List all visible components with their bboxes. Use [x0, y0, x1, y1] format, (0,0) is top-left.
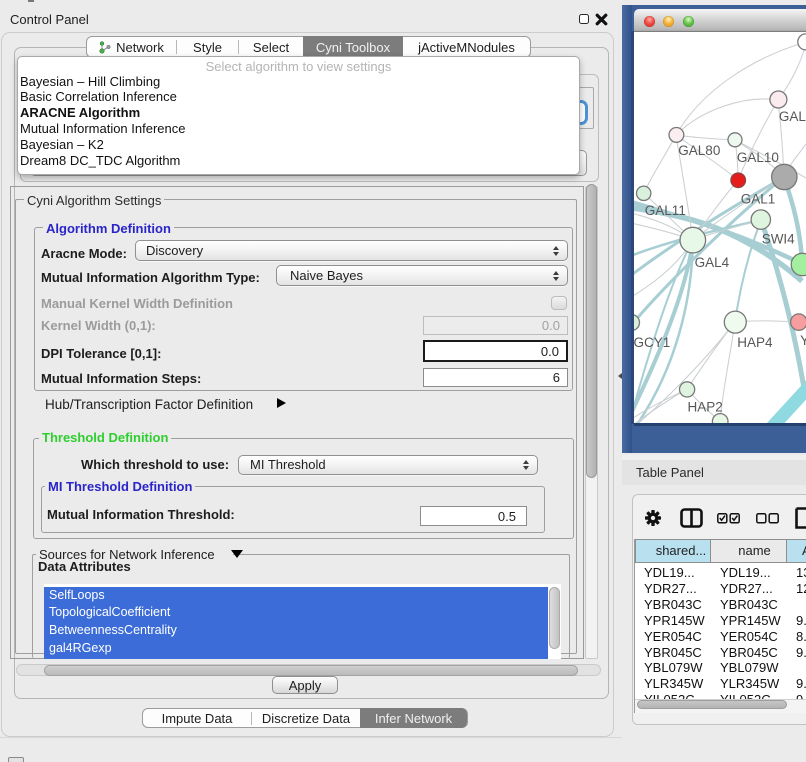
- svg-text:GAL80: GAL80: [678, 143, 720, 158]
- svg-text:GAL7: GAL7: [779, 109, 806, 124]
- svg-text:GAL11: GAL11: [645, 203, 686, 218]
- svg-text:SWI4: SWI4: [762, 231, 795, 246]
- svg-text:GAL1: GAL1: [741, 191, 776, 206]
- svg-text:HAP2: HAP2: [688, 399, 723, 414]
- svg-text:GAL4: GAL4: [695, 255, 730, 270]
- svg-text:GAL10: GAL10: [737, 149, 779, 164]
- svg-text:Y: Y: [800, 332, 806, 347]
- svg-text:GCY1: GCY1: [634, 334, 670, 349]
- svg-text:HAP4: HAP4: [737, 335, 773, 350]
